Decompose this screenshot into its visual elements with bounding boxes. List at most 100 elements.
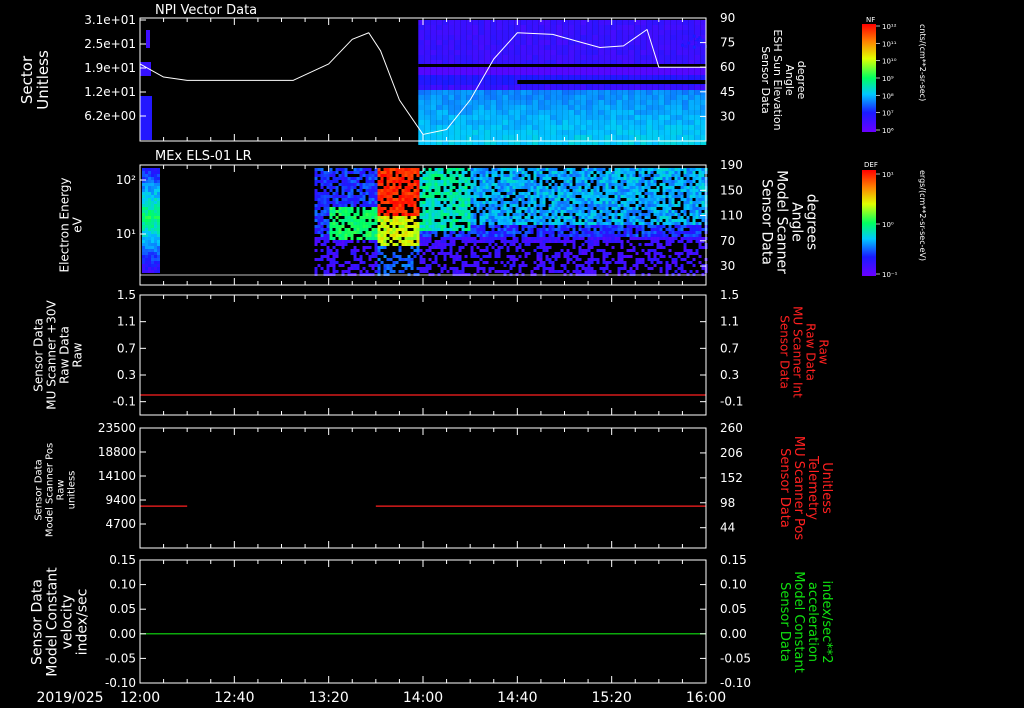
heatmap-cell	[551, 225, 555, 228]
heatmap-cell	[476, 168, 480, 171]
heatmap-cell	[410, 246, 414, 249]
heatmap-cell	[434, 231, 438, 234]
heatmap-cell	[472, 35, 479, 40]
heatmap-cell	[478, 85, 485, 90]
heatmap-cell	[157, 270, 160, 273]
heatmap-cell	[449, 225, 453, 228]
heatmap-cell	[512, 243, 516, 246]
heatmap-cell	[359, 174, 363, 177]
heatmap-cell	[587, 195, 591, 198]
heatmap-cell	[683, 198, 687, 201]
heatmap-cell	[356, 177, 360, 180]
heatmap-cell	[527, 216, 531, 219]
heatmap-cell	[665, 195, 669, 198]
heatmap-cell	[554, 183, 558, 186]
heatmap-cell	[581, 177, 585, 180]
heatmap-cell	[464, 195, 468, 198]
heatmap-cell	[479, 180, 483, 183]
heatmap-cell	[323, 234, 327, 237]
heatmap-cell	[154, 255, 157, 258]
heatmap-cell	[317, 192, 321, 195]
heatmap-cell	[626, 186, 630, 189]
heatmap-cell	[611, 216, 615, 219]
heatmap-cell	[454, 75, 461, 80]
heatmap-cell	[566, 261, 570, 264]
heatmap-cell	[527, 168, 531, 171]
heatmap-cell	[416, 240, 420, 243]
heatmap-cell	[635, 252, 639, 255]
heatmap-cell	[568, 70, 575, 75]
heatmap-cell	[148, 222, 151, 225]
heatmap-cell	[650, 195, 654, 198]
heatmap-cell	[700, 90, 707, 95]
heatmap-cell	[670, 130, 677, 135]
heatmap-cell	[401, 219, 405, 222]
heatmap-cell	[692, 213, 696, 216]
heatmap-cell	[587, 183, 591, 186]
heatmap-cell	[545, 186, 549, 189]
heatmap-cell	[482, 186, 486, 189]
heatmap-cell	[442, 40, 449, 45]
heatmap-cell	[580, 45, 587, 50]
heatmap-cell	[422, 240, 426, 243]
heatmap-cell	[464, 210, 468, 213]
heatmap-cell	[584, 234, 588, 237]
heatmap-cell	[413, 171, 417, 174]
heatmap-cell	[425, 237, 429, 240]
heatmap-cell	[500, 219, 504, 222]
heatmap-cell	[614, 201, 618, 204]
heatmap-cell	[599, 195, 603, 198]
heatmap-cell	[662, 189, 666, 192]
heatmap-cell	[554, 252, 558, 255]
heatmap-cell	[440, 183, 444, 186]
heatmap-cell	[413, 234, 417, 237]
heatmap-cell	[344, 195, 348, 198]
heatmap-cell	[539, 201, 543, 204]
heatmap-cell	[626, 225, 630, 228]
heatmap-cell	[539, 228, 543, 231]
heatmap-cell	[532, 105, 539, 110]
heatmap-cell	[629, 270, 633, 273]
heatmap-cell	[563, 168, 567, 171]
heatmap-cell	[533, 171, 537, 174]
heatmap-cell	[682, 85, 689, 90]
heatmap-cell	[497, 204, 501, 207]
heatmap-cell	[395, 204, 399, 207]
heatmap-cell	[656, 261, 660, 264]
heatmap-cell	[497, 198, 501, 201]
heatmap-cell	[476, 225, 480, 228]
heatmap-cell	[688, 90, 695, 95]
heatmap-cell	[533, 213, 537, 216]
heatmap-cell	[520, 25, 527, 30]
heatmap-cell	[653, 249, 657, 252]
heatmap-cell	[650, 189, 654, 192]
heatmap-cell	[664, 130, 671, 135]
heatmap-cell	[443, 177, 447, 180]
heatmap-cell	[605, 192, 609, 195]
heatmap-cell	[157, 201, 160, 204]
heatmap-cell	[539, 234, 543, 237]
heatmap-cell	[665, 213, 669, 216]
heatmap-cell	[485, 189, 489, 192]
heatmap-cell	[454, 25, 461, 30]
heatmap-cell	[599, 213, 603, 216]
heatmap-cell	[587, 237, 591, 240]
heatmap-cell	[628, 20, 635, 25]
heatmap-cell	[695, 237, 699, 240]
heatmap-cell	[383, 228, 387, 231]
heatmap-cell	[545, 195, 549, 198]
heatmap-cell	[604, 135, 611, 140]
heatmap-cell	[356, 219, 360, 222]
heatmap-cell	[587, 234, 591, 237]
heatmap-cell	[371, 192, 375, 195]
heatmap-cell	[377, 228, 381, 231]
heatmap-cell	[368, 237, 372, 240]
heatmap-cell	[448, 20, 455, 25]
heatmap-cell	[683, 204, 687, 207]
heatmap-cell	[467, 231, 471, 234]
heatmap-cell	[458, 168, 462, 171]
heatmap-cell	[620, 183, 624, 186]
heatmap-cell	[520, 35, 527, 40]
heatmap-cell	[425, 186, 429, 189]
heatmap-cell	[688, 95, 695, 100]
